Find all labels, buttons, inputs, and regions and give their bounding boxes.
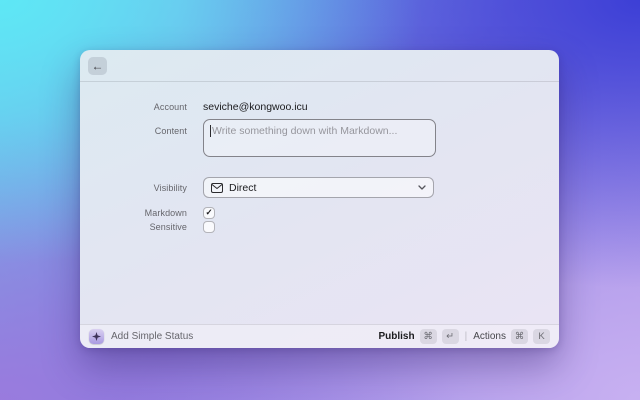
envelope-icon [211,182,223,193]
k-key-icon: K [533,329,550,344]
app-title: Add Simple Status [111,331,194,342]
visibility-label: Visibility [153,182,187,193]
sensitive-label: Sensitive [149,221,187,232]
checkmark-icon: ✓ [205,207,213,218]
back-button[interactable]: ← [88,56,107,75]
markdown-row: Markdown ✓ [80,206,559,219]
footer-actions: Publish ⌘ ↵ | Actions ⌘ K [378,329,550,344]
markdown-label: Markdown [144,207,187,218]
text-cursor [210,125,211,137]
command-key-icon: ⌘ [419,329,437,344]
content-row: Content Write something down with Markdo… [80,119,559,157]
visibility-dropdown[interactable]: Direct [203,177,434,198]
command-key-icon: ⌘ [511,329,528,344]
content-textarea[interactable]: Write something down with Markdown... [203,119,436,157]
content-label: Content [154,126,187,136]
account-label: Account [153,102,187,112]
account-row: Account seviche@kongwoo.icu [80,100,559,114]
back-arrow-icon: ← [91,58,104,73]
publish-button[interactable]: Publish [378,331,414,342]
visibility-value: Direct [229,181,257,194]
sensitive-checkbox[interactable] [203,220,215,233]
content-placeholder: Write something down with Markdown... [212,125,398,137]
account-value: seviche@kongwoo.icu [203,101,308,113]
chevron-down-icon [418,185,426,190]
compose-form: Account seviche@kongwoo.icu Content Writ… [80,82,559,233]
markdown-checkbox[interactable]: ✓ [203,206,215,219]
compose-status-window: ← Account seviche@kongwoo.icu Content Wr… [80,50,559,348]
sensitive-row: Sensitive [80,220,559,233]
visibility-row: Visibility Direct [80,177,559,198]
actions-button[interactable]: Actions [473,331,506,342]
return-key-icon: ↵ [441,329,459,344]
titlebar: ← [80,50,559,82]
footer-divider: | [464,331,468,342]
footer-bar: Add Simple Status Publish ⌘ ↵ | Actions … [80,324,559,348]
app-icon [89,329,104,344]
